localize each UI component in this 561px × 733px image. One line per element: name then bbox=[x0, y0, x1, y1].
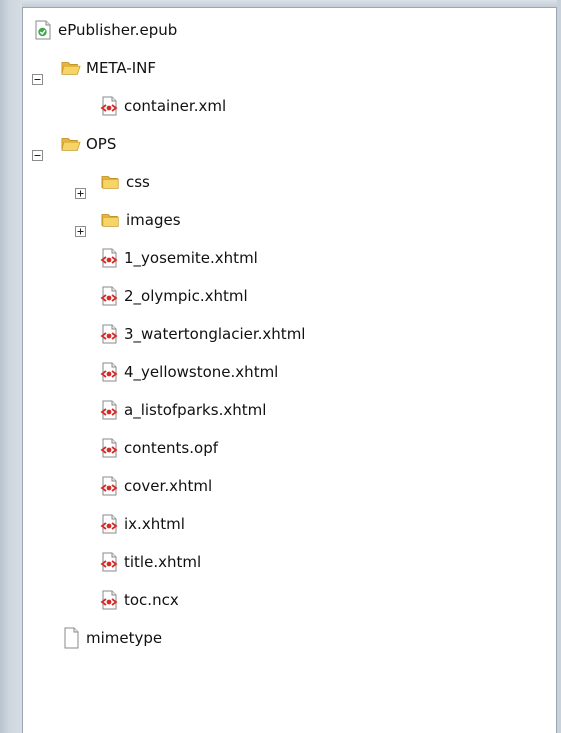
collapse-toggle-meta-inf[interactable] bbox=[32, 74, 43, 85]
minus-box-icon bbox=[32, 74, 43, 85]
xml-file-icon bbox=[99, 514, 119, 534]
xml-file-icon bbox=[99, 96, 119, 116]
tree-item-label: ePublisher.epub bbox=[58, 21, 178, 39]
expand-toggle-images[interactable] bbox=[75, 226, 86, 237]
folder-open-icon bbox=[61, 134, 81, 154]
tree-item-file[interactable]: cover.xhtml bbox=[99, 475, 212, 497]
tree-item-label: ix.xhtml bbox=[124, 515, 185, 533]
tree-item-images[interactable]: images bbox=[101, 209, 181, 231]
file-tree-window: ePublisher.epub META-INF container.xml O… bbox=[0, 0, 561, 733]
tree-item-label: OPS bbox=[86, 135, 117, 153]
tree-item-label: title.xhtml bbox=[124, 553, 202, 571]
tree-item-label: toc.ncx bbox=[124, 591, 179, 609]
tree-item-file[interactable]: 1_yosemite.xhtml bbox=[99, 247, 258, 269]
tree-panel[interactable]: ePublisher.epub META-INF container.xml O… bbox=[22, 7, 557, 733]
tree-item-label: 1_yosemite.xhtml bbox=[124, 249, 258, 267]
folder-closed-icon bbox=[101, 210, 121, 230]
tree-item-file[interactable]: a_listofparks.xhtml bbox=[99, 399, 266, 421]
tree-item-label: a_listofparks.xhtml bbox=[124, 401, 267, 419]
xml-file-icon bbox=[99, 362, 119, 382]
plus-box-icon bbox=[75, 188, 86, 199]
plain-file-icon bbox=[61, 627, 81, 649]
xml-file-icon bbox=[99, 438, 119, 458]
tree-item-ops[interactable]: OPS bbox=[61, 133, 116, 155]
xml-file-icon bbox=[99, 590, 119, 610]
left-gutter bbox=[0, 0, 22, 733]
xml-file-icon bbox=[99, 552, 119, 572]
collapse-toggle-ops[interactable] bbox=[32, 150, 43, 161]
tree-item-file[interactable]: 3_watertonglacier.xhtml bbox=[99, 323, 305, 345]
tree-item-file[interactable]: ix.xhtml bbox=[99, 513, 185, 535]
xml-file-icon bbox=[99, 248, 119, 268]
folder-closed-icon bbox=[101, 172, 121, 192]
tree-item-file[interactable]: 2_olympic.xhtml bbox=[99, 285, 248, 307]
tree-item-file[interactable]: contents.opf bbox=[99, 437, 218, 459]
xml-file-icon bbox=[99, 476, 119, 496]
folder-open-icon bbox=[61, 58, 81, 78]
tree-item-css[interactable]: css bbox=[101, 171, 150, 193]
tree-item-file[interactable]: title.xhtml bbox=[99, 551, 201, 573]
tree-item-label: cover.xhtml bbox=[124, 477, 213, 495]
xml-file-icon bbox=[99, 400, 119, 420]
tree-item-meta-inf[interactable]: META-INF bbox=[61, 57, 156, 79]
xml-file-icon bbox=[99, 324, 119, 344]
tree-item-label: container.xml bbox=[124, 97, 227, 115]
tree-item-label: images bbox=[126, 211, 181, 229]
tree-item-file[interactable]: 4_yellowstone.xhtml bbox=[99, 361, 278, 383]
tree-item-mimetype[interactable]: mimetype bbox=[61, 627, 162, 649]
minus-box-icon bbox=[32, 150, 43, 161]
tree-item-label: 2_olympic.xhtml bbox=[124, 287, 248, 305]
xml-file-icon bbox=[99, 286, 119, 306]
tree-item-label: 4_yellowstone.xhtml bbox=[124, 363, 279, 381]
epub-file-icon bbox=[33, 20, 53, 40]
tree-item-container-xml[interactable]: container.xml bbox=[99, 95, 226, 117]
tree-item-label: mimetype bbox=[86, 629, 163, 647]
tree-item-file[interactable]: toc.ncx bbox=[99, 589, 179, 611]
tree-item-epub[interactable]: ePublisher.epub bbox=[33, 19, 177, 41]
tree-item-label: contents.opf bbox=[124, 439, 218, 457]
tree-item-label: 3_watertonglacier.xhtml bbox=[124, 325, 306, 343]
tree-item-label: META-INF bbox=[86, 59, 157, 77]
panel-top-edge bbox=[22, 0, 557, 7]
tree-item-label: css bbox=[126, 173, 150, 191]
expand-toggle-css[interactable] bbox=[75, 188, 86, 199]
plus-box-icon bbox=[75, 226, 86, 237]
